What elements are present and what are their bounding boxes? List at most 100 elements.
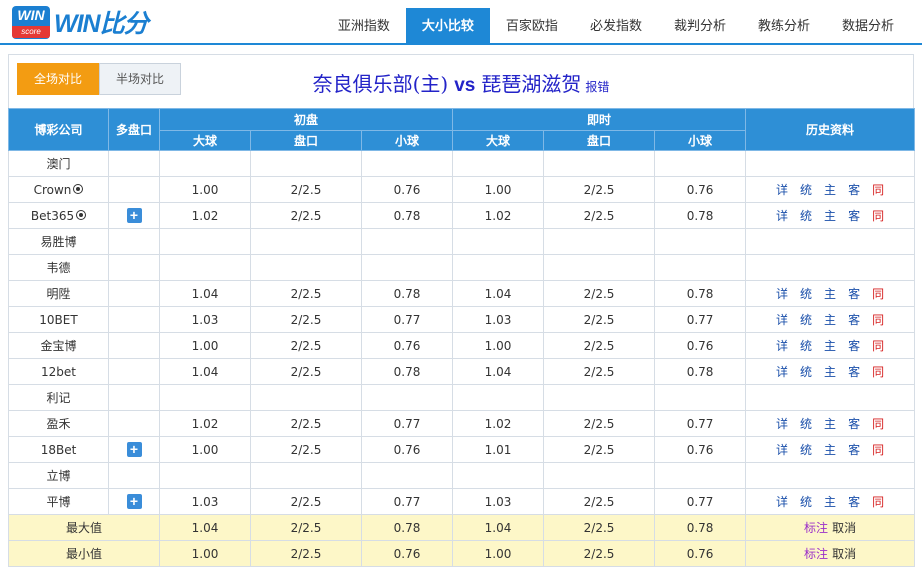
cancel-link[interactable]: 取消 <box>832 547 856 561</box>
initial-line-cell <box>250 150 362 177</box>
home-team[interactable]: 奈良俱乐部(主) <box>313 72 449 96</box>
company-name[interactable]: Crown <box>34 183 72 197</box>
cancel-link[interactable]: 取消 <box>832 521 856 535</box>
company-name[interactable]: 12bet <box>41 365 76 379</box>
logo-text: WIN比分 <box>54 10 149 38</box>
company-name[interactable]: 立博 <box>46 469 70 483</box>
history-link[interactable]: 同 <box>872 417 884 431</box>
site-logo[interactable]: WIN score WIN比分 <box>12 4 149 40</box>
history-link[interactable]: 客 <box>848 209 860 223</box>
history-link[interactable]: 客 <box>848 183 860 197</box>
history-link[interactable]: 客 <box>848 339 860 353</box>
expand-plus-icon[interactable]: + <box>126 442 142 457</box>
history-link[interactable]: 同 <box>872 183 884 197</box>
history-link[interactable]: 统 <box>800 209 812 223</box>
history-link[interactable]: 客 <box>848 495 860 509</box>
history-link[interactable]: 客 <box>848 417 860 431</box>
history-link[interactable]: 统 <box>800 365 812 379</box>
history-link[interactable]: 详 <box>776 417 788 431</box>
history-link[interactable]: 同 <box>872 339 884 353</box>
history-link[interactable]: 客 <box>848 287 860 301</box>
company-cell: Bet365 <box>8 202 109 229</box>
initial-small-cell <box>360 462 454 489</box>
history-link[interactable]: 主 <box>824 287 836 301</box>
history-link[interactable]: 主 <box>824 313 836 327</box>
history-link[interactable]: 主 <box>824 183 836 197</box>
history-link[interactable]: 主 <box>824 339 836 353</box>
history-link[interactable]: 统 <box>800 339 812 353</box>
history-link[interactable]: 详 <box>776 209 788 223</box>
stat-row: 最大值 1.04 2/2.5 0.78 1.04 2/2.5 0.78 标注 取消 <box>8 514 916 541</box>
initial-line-cell: 2/2.5 <box>250 280 362 307</box>
company-name[interactable]: 易胜博 <box>40 235 76 249</box>
nav-tab[interactable]: 大小比较 <box>405 8 490 45</box>
history-link[interactable]: 主 <box>824 209 836 223</box>
nav-tab[interactable]: 亚洲指数 <box>322 8 406 45</box>
company-name[interactable]: 平博 <box>46 495 70 509</box>
nav-tab[interactable]: 百家欧指 <box>490 8 574 45</box>
stat-label: 最小值 <box>8 540 160 567</box>
history-link[interactable]: 统 <box>800 183 812 197</box>
mark-link[interactable]: 标注 <box>804 547 828 561</box>
history-cell: 详统主客同 <box>745 358 916 385</box>
company-name[interactable]: Bet365 <box>31 209 74 223</box>
history-link[interactable]: 主 <box>824 443 836 457</box>
history-link[interactable]: 客 <box>848 365 860 379</box>
history-link[interactable]: 同 <box>872 209 884 223</box>
nav-tab[interactable]: 必发指数 <box>574 8 658 45</box>
mark-link[interactable]: 标注 <box>804 521 828 535</box>
history-link[interactable]: 同 <box>872 443 884 457</box>
history-link[interactable]: 同 <box>872 287 884 301</box>
history-link[interactable]: 统 <box>800 313 812 327</box>
report-error-link[interactable]: 报错 <box>585 80 609 94</box>
initial-line-header: 盘口 <box>250 130 362 151</box>
match-bar: 全场对比 半场对比 奈良俱乐部(主) vs 琵琶湖滋贺 报错 <box>8 54 914 108</box>
history-link[interactable]: 详 <box>776 443 788 457</box>
history-link[interactable]: 详 <box>776 495 788 509</box>
nav-tab[interactable]: 教练分析 <box>742 8 826 45</box>
live-big-cell <box>452 150 545 177</box>
history-link[interactable]: 主 <box>824 417 836 431</box>
history-link[interactable]: 客 <box>848 443 860 457</box>
company-name[interactable]: 金宝博 <box>40 339 76 353</box>
stat-actions: 标注 取消 <box>745 540 916 567</box>
company-name[interactable]: 韦德 <box>46 261 70 275</box>
company-name[interactable]: 利记 <box>46 391 70 405</box>
history-link[interactable]: 主 <box>824 495 836 509</box>
history-link[interactable]: 详 <box>776 313 788 327</box>
expand-plus-icon[interactable]: + <box>126 208 142 223</box>
company-name[interactable]: 10BET <box>39 313 77 327</box>
table-row: 10BET 1.03 2/2.5 0.77 1.03 2/2.5 0.77 详统主客同 <box>8 306 916 333</box>
initial-small-cell <box>360 150 454 177</box>
history-link[interactable]: 统 <box>800 417 812 431</box>
history-link[interactable]: 同 <box>872 313 884 327</box>
nav-tab[interactable]: 裁判分析 <box>658 8 742 45</box>
history-link[interactable]: 同 <box>872 365 884 379</box>
company-name[interactable]: 盈禾 <box>46 417 70 431</box>
live-line-cell: 2/2.5 <box>543 280 656 307</box>
company-name[interactable]: 澳门 <box>46 157 70 171</box>
history-link[interactable]: 统 <box>800 495 812 509</box>
history-cell <box>745 254 916 281</box>
history-link[interactable]: 详 <box>776 183 788 197</box>
history-link[interactable]: 客 <box>848 313 860 327</box>
away-team[interactable]: 琵琶湖滋贺 <box>481 72 581 96</box>
history-link[interactable]: 主 <box>824 365 836 379</box>
company-name[interactable]: 明陞 <box>46 287 70 301</box>
history-link[interactable]: 详 <box>776 365 788 379</box>
initial-small-cell: 0.78 <box>360 358 454 385</box>
table-row: Bet365 +1.02 2/2.5 0.78 1.02 2/2.5 0.78 详统主客同 <box>8 202 916 229</box>
history-link[interactable]: 详 <box>776 287 788 301</box>
initial-small-header: 小球 <box>360 130 454 151</box>
expand-plus-icon[interactable]: + <box>126 494 142 509</box>
history-link[interactable]: 统 <box>800 287 812 301</box>
company-name[interactable]: 18Bet <box>41 443 77 457</box>
multi-line-header: 多盘口 <box>108 108 160 151</box>
history-link[interactable]: 统 <box>800 443 812 457</box>
nav-tab[interactable]: 数据分析 <box>826 8 910 45</box>
history-link[interactable]: 同 <box>872 495 884 509</box>
initial-big-cell: 1.04 <box>159 358 251 385</box>
history-link[interactable]: 详 <box>776 339 788 353</box>
company-header: 博彩公司 <box>8 108 109 151</box>
odds-table: 博彩公司 多盘口 初盘 即时 历史资料 大球 盘口 小球 大球 盘口 小球 澳门… <box>8 108 916 567</box>
